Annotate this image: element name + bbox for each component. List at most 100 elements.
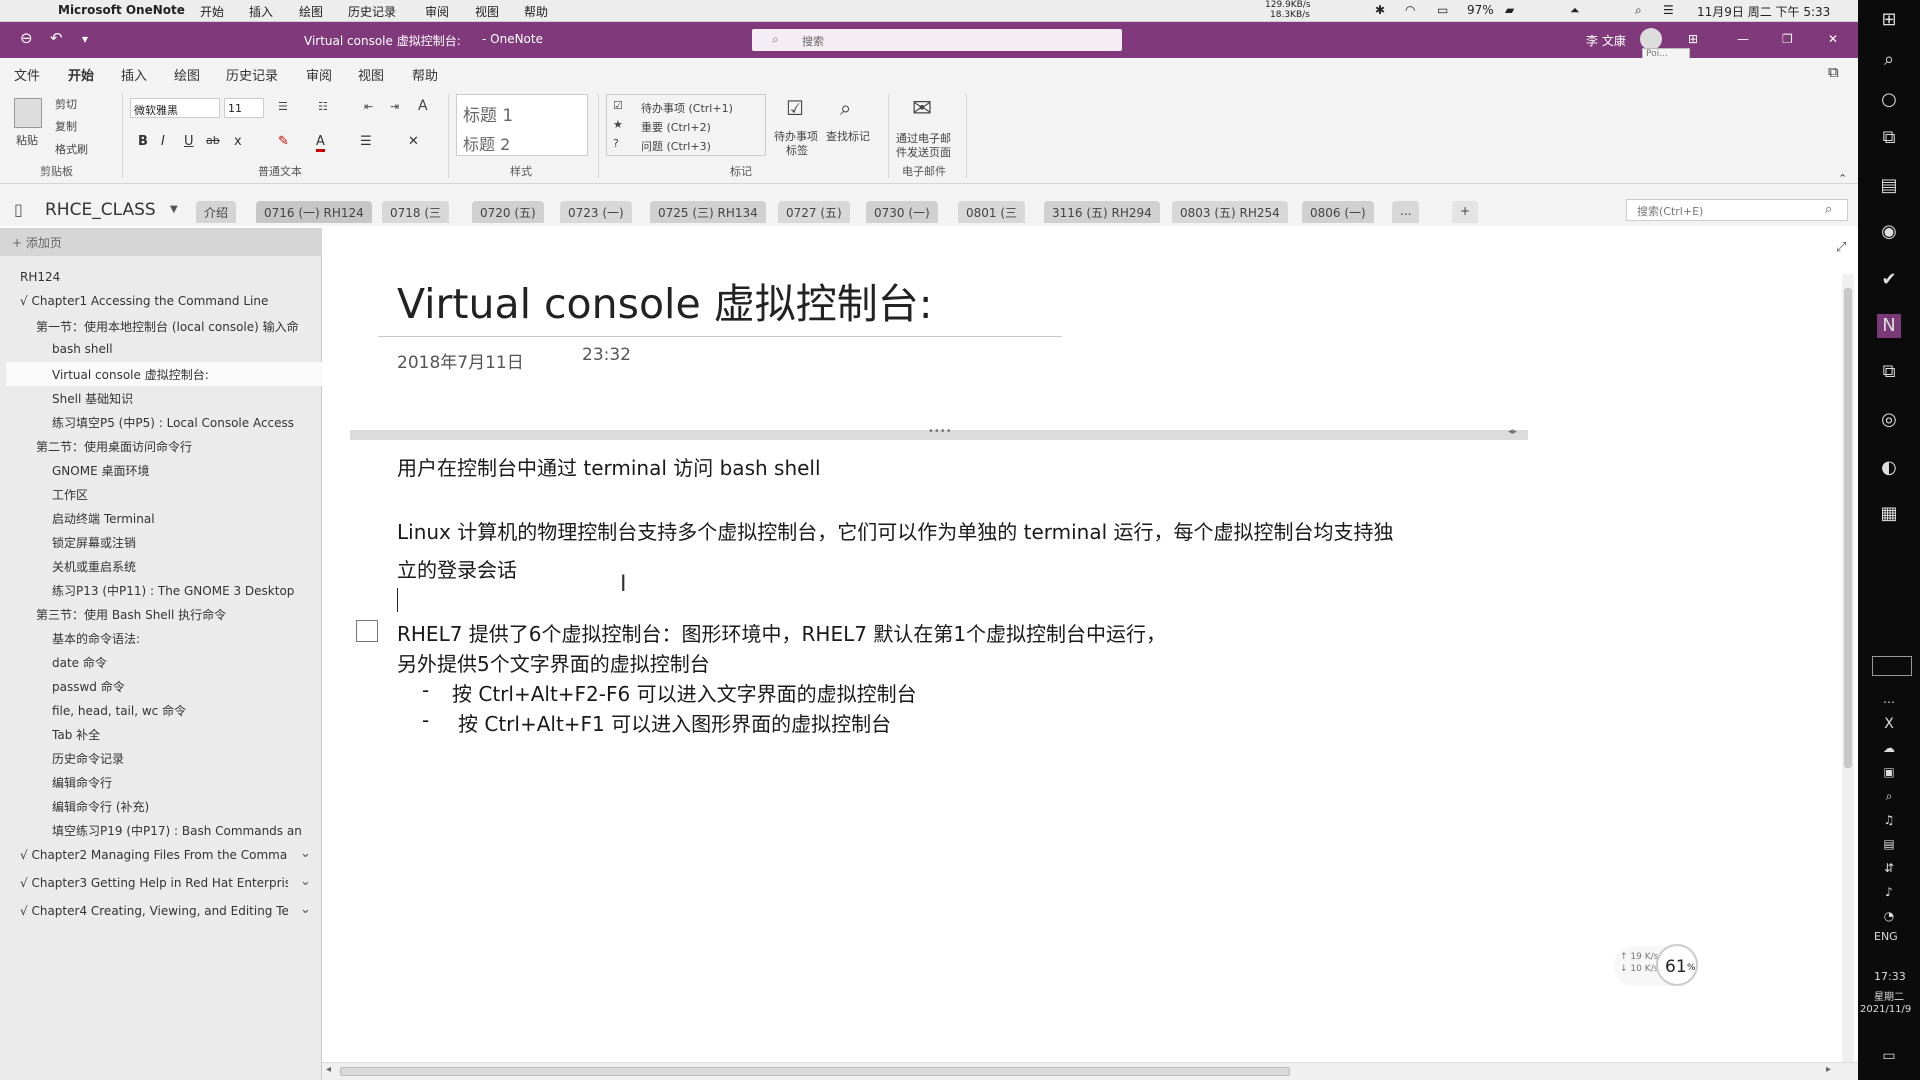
expand-chevron-icon[interactable]: ⌄ xyxy=(300,874,311,889)
outdent-icon[interactable]: ⇥ xyxy=(390,100,399,113)
tab-insert[interactable]: 插入 xyxy=(121,65,147,84)
search-icon[interactable]: ⌕ xyxy=(1877,48,1901,72)
notification-icon[interactable]: ▭ xyxy=(1877,1044,1901,1068)
avatar[interactable] xyxy=(1640,28,1662,50)
back-icon[interactable]: ⊖ xyxy=(20,29,33,47)
page-item[interactable]: √ Chapter4 Creating, Viewing, and Editin… xyxy=(20,904,288,918)
scrollbar-thumb[interactable] xyxy=(1844,288,1852,768)
font-size-select[interactable]: 11 xyxy=(224,98,264,118)
scroll-right-icon[interactable]: ▸ xyxy=(1826,1064,1831,1075)
notebook-name[interactable]: RHCE_CLASS xyxy=(45,200,156,220)
undo-icon[interactable]: ↶ xyxy=(50,29,63,47)
notebook-search-input[interactable]: 搜索(Ctrl+E) ⌕ xyxy=(1626,199,1848,221)
page-item[interactable]: passwd 命令 xyxy=(52,678,125,695)
tab-home[interactable]: 开始 xyxy=(68,65,95,88)
section-tab-0716[interactable]: 0716 (一) RH124 xyxy=(256,201,372,223)
add-section-button[interactable]: + xyxy=(1452,201,1479,223)
fullscreen-icon[interactable]: ⤢ xyxy=(1836,240,1846,255)
format-painter-button[interactable]: 格式刷 xyxy=(55,141,88,157)
paste-button[interactable]: 粘贴 xyxy=(16,132,38,148)
page-item[interactable]: √ Chapter2 Managing Files From the Comma… xyxy=(20,848,288,862)
section-tab-0806[interactable]: 0806 (一) xyxy=(1302,201,1374,223)
cloud-icon[interactable]: ☁ xyxy=(1877,736,1901,760)
bullets-icon[interactable]: ☰ xyxy=(278,100,288,113)
tab-view[interactable]: 视图 xyxy=(358,65,384,84)
page-item[interactable]: 第三节：使用 Bash Shell 执行命令 xyxy=(36,606,226,623)
page-item[interactable]: 历史命令记录 xyxy=(52,750,124,767)
onenote-icon[interactable]: N xyxy=(1877,314,1901,338)
page-item[interactable]: 基本的命令语法: xyxy=(52,630,140,647)
tray-icons[interactable]: ⋯ xyxy=(1877,690,1901,714)
app-menu[interactable]: Microsoft OneNote xyxy=(58,3,185,17)
section-tab-0718[interactable]: 0718 (三 xyxy=(382,201,450,223)
tab-help[interactable]: 帮助 xyxy=(412,65,438,84)
page-item[interactable]: bash shell xyxy=(52,342,113,356)
mac-menu-home[interactable]: 开始 xyxy=(200,3,224,20)
page-item[interactable]: 工作区 xyxy=(52,486,88,503)
spotlight-icon[interactable]: ⌕ xyxy=(1635,3,1642,18)
page-item[interactable]: 锁定屏幕或注销 xyxy=(52,534,136,551)
page-item[interactable]: 练习P13 (中P11) : The GNOME 3 Desktop xyxy=(52,582,294,599)
firefox-icon[interactable]: ◐ xyxy=(1877,456,1901,480)
quick-access-icon[interactable]: ▾ xyxy=(82,32,88,46)
highlight-icon[interactable]: ✎ xyxy=(278,134,289,149)
note-paragraph[interactable]: 用户在控制台中通过 terminal 访问 bash shell xyxy=(397,452,821,481)
resize-handle-icon[interactable]: ◂▸ xyxy=(1508,427,1517,437)
todo-checkbox-icon[interactable]: ☑ xyxy=(613,99,623,112)
clear-format-icon[interactable]: A xyxy=(418,98,428,114)
volume-icon[interactable]: ♪ xyxy=(1877,880,1901,904)
mac-menu-review[interactable]: 审阅 xyxy=(425,3,449,20)
control-center-icon[interactable]: ☰ xyxy=(1663,3,1674,17)
search-input[interactable]: ⌕ 搜索 xyxy=(752,29,1122,51)
expand-chevron-icon[interactable]: ⌄ xyxy=(300,902,311,917)
notebook-icon[interactable]: ▯ xyxy=(14,200,23,219)
ribbon-display-icon[interactable]: ⊞ xyxy=(1688,32,1698,46)
paste-icon[interactable] xyxy=(14,98,42,128)
align-icon[interactable]: ☰ xyxy=(360,134,372,149)
note-page[interactable]: ⤢ Virtual console 虚拟控制台: 2018年7月11日 23:3… xyxy=(322,228,1858,1080)
more-sections-button[interactable]: ... xyxy=(1392,201,1420,223)
style-heading-2[interactable]: 标题 2 xyxy=(463,131,510,155)
search-icon[interactable]: ⌕ xyxy=(1825,202,1832,217)
styles-gallery[interactable]: 标题 1 标题 2 xyxy=(456,94,588,156)
page-item[interactable]: 编辑命令行 (补充) xyxy=(52,798,149,815)
horizontal-scrollbar[interactable]: ◂ ▸ xyxy=(322,1062,1858,1080)
close-button[interactable]: ✕ xyxy=(1828,32,1838,46)
section-tab-0720[interactable]: 0720 (五) xyxy=(472,201,544,223)
cortana-icon[interactable]: ○ xyxy=(1877,88,1901,112)
strikethrough-button[interactable]: ab xyxy=(206,134,220,147)
tab-review[interactable]: 审阅 xyxy=(306,65,332,84)
hscroll-thumb[interactable] xyxy=(340,1067,1290,1076)
copy-button[interactable]: 复制 xyxy=(55,118,77,134)
page-item[interactable]: RH124 xyxy=(20,270,60,284)
page-item[interactable]: 编辑命令行 xyxy=(52,774,112,791)
user-name[interactable]: 李 文康 xyxy=(1586,32,1626,49)
section-tab-0725[interactable]: 0725 (三) RH134 xyxy=(650,201,766,223)
numbering-icon[interactable]: ☷ xyxy=(318,100,328,113)
windows-start-icon[interactable]: ⊞ xyxy=(1877,8,1901,32)
network-icon[interactable]: ⇵ xyxy=(1877,856,1901,880)
tab-file[interactable]: 文件 xyxy=(14,65,40,84)
display-icon[interactable]: ▭ xyxy=(1437,3,1448,17)
page-item[interactable]: Shell 基础知识 xyxy=(52,390,133,407)
copy-app-icon[interactable]: ⧉ xyxy=(1877,360,1901,384)
mac-menu-history[interactable]: 历史记录 xyxy=(348,3,396,20)
email-page-button-line2[interactable]: 件发送页面 xyxy=(896,144,951,160)
outline-container-handle[interactable]: •••• ◂▸ xyxy=(350,426,1528,440)
page-item[interactable]: 关机或重启系统 xyxy=(52,558,136,575)
font-family-select[interactable]: 微软雅黑 xyxy=(130,98,220,118)
todo-app-icon[interactable]: ✔ xyxy=(1877,268,1901,292)
note-paragraph[interactable]: 立的登录会话 xyxy=(397,554,517,583)
battery-icon[interactable]: ▰ xyxy=(1505,3,1514,17)
minimize-button[interactable]: — xyxy=(1737,32,1749,46)
tag-important[interactable]: 重要 (Ctrl+2) xyxy=(641,119,711,135)
upload-icon[interactable]: ⏶ xyxy=(1570,3,1580,18)
chevron-down-icon[interactable]: ▼ xyxy=(170,204,178,215)
mac-menu-insert[interactable]: 插入 xyxy=(249,3,273,20)
subscript-button[interactable]: x xyxy=(234,134,242,149)
feedback-icon[interactable]: ⧉ xyxy=(1828,63,1839,81)
page-item-selected[interactable]: Virtual console 虚拟控制台: xyxy=(6,362,322,386)
todo-tag-icon[interactable]: ☑ xyxy=(786,96,804,120)
find-tags-icon[interactable]: ⌕ xyxy=(840,96,851,120)
question-icon[interactable]: ? xyxy=(613,137,619,150)
